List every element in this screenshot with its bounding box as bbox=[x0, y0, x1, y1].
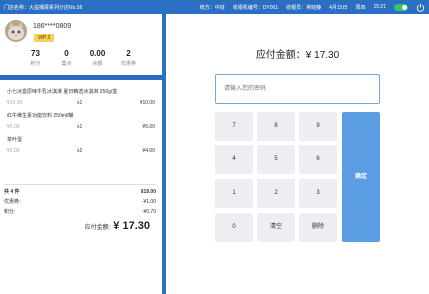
order-panel: 186****0809 VIP 3 73 积分 0 集点 0.00 余额 2 优… bbox=[0, 14, 162, 294]
key-9[interactable]: 9 bbox=[299, 112, 337, 141]
stat-label: 余额 bbox=[92, 61, 103, 67]
stat-stamps: 0 集点 bbox=[51, 49, 82, 67]
amount-due: 应付金额：¥ 17.30 bbox=[255, 50, 340, 61]
member-card: 186****0809 VIP 3 73 积分 0 集点 0.00 余额 2 优… bbox=[0, 14, 162, 76]
item-unit-price: ¥10.00 bbox=[7, 100, 23, 106]
weekday-label: 周四 bbox=[355, 4, 366, 11]
cashier-label: 收银员：常晓静 bbox=[286, 4, 322, 11]
cart-item[interactable]: 红牛维生素功能饮料 250ml/罐 ¥5.00 x1 ¥5.00 bbox=[7, 112, 155, 134]
cart-item[interactable]: 茶叶蛋 ¥2.00 x2 ¥4.00 bbox=[7, 136, 155, 158]
points-label: 积分: bbox=[4, 209, 16, 215]
cart-item[interactable]: 小七冰盒原味牛乳冰淇淋 夏日精选冰淇淋 250g/盒 ¥10.00 x1 ¥10… bbox=[7, 88, 155, 110]
discount-value: -¥1.00 bbox=[141, 199, 156, 205]
stat-points: 73 积分 bbox=[20, 49, 51, 67]
confirm-button[interactable]: 确定 bbox=[342, 112, 380, 242]
stat-value: 73 bbox=[31, 49, 40, 58]
item-qty: x1 bbox=[77, 124, 83, 130]
online-toggle[interactable] bbox=[394, 3, 408, 11]
order-summary: 共 4 件 ¥19.00 优惠券: -¥1.00 积分: -¥0.70 bbox=[4, 184, 156, 217]
cat-avatar-icon bbox=[5, 20, 27, 42]
store-name: 门店名称：大益播展系列分店No.56 bbox=[4, 4, 83, 11]
item-total: ¥10.00 bbox=[139, 100, 155, 106]
summary-discount-row: 优惠券: -¥1.00 bbox=[4, 197, 156, 207]
member-phone: 186****0809 bbox=[33, 23, 72, 30]
section-divider bbox=[0, 75, 162, 80]
stat-label: 集点 bbox=[61, 61, 72, 67]
key-4[interactable]: 4 bbox=[215, 145, 253, 174]
stat-label: 积分 bbox=[30, 61, 41, 67]
key-1[interactable]: 1 bbox=[215, 179, 253, 208]
payable-total: 应付金额: ¥ 17.30 bbox=[4, 216, 150, 234]
key-6[interactable]: 6 bbox=[299, 145, 337, 174]
item-qty: x1 bbox=[77, 100, 83, 106]
shift-label: 统方：中班 bbox=[199, 4, 225, 11]
stat-balance: 0.00 余额 bbox=[82, 49, 113, 67]
status-area: 统方：中班 收银机编号：DY001 收银员：常晓静 4月15日 周四 15:21 bbox=[200, 3, 425, 12]
summary-count-row: 共 4 件 ¥19.00 bbox=[4, 187, 156, 197]
key-0[interactable]: 0 bbox=[215, 213, 253, 242]
item-qty: x2 bbox=[77, 148, 83, 154]
item-total: ¥5.00 bbox=[142, 124, 155, 130]
key-2[interactable]: 2 bbox=[257, 179, 295, 208]
item-name: 红牛维生素功能饮料 250ml/罐 bbox=[7, 113, 74, 119]
stat-coupons: 2 优惠券 bbox=[113, 49, 144, 67]
date-label: 4月15日 bbox=[329, 4, 348, 11]
count-value: ¥19.00 bbox=[140, 189, 156, 195]
payment-panel: 应付金额：¥ 17.30 7 8 9 4 5 6 1 2 3 0 清空 删除 确… bbox=[166, 14, 429, 294]
delete-button[interactable]: 删除 bbox=[299, 213, 337, 242]
stat-label: 优惠券 bbox=[120, 61, 136, 67]
avatar bbox=[5, 20, 27, 42]
member-stats: 73 积分 0 集点 0.00 余额 2 优惠券 bbox=[20, 49, 160, 67]
payable-amount: ¥ 17.30 bbox=[113, 220, 150, 232]
vip-badge: VIP 3 bbox=[34, 34, 54, 42]
item-unit-price: ¥5.00 bbox=[7, 124, 20, 130]
power-icon[interactable] bbox=[416, 3, 425, 12]
stat-value: 2 bbox=[126, 49, 131, 58]
item-unit-price: ¥2.00 bbox=[7, 148, 20, 154]
time-label: 15:21 bbox=[373, 4, 386, 10]
count-label: 共 4 件 bbox=[4, 189, 20, 195]
register-label: 收银机编号：DY001 bbox=[232, 4, 279, 11]
top-bar: 门店名称：大益播展系列分店No.56 统方：中班 收银机编号：DY001 收银员… bbox=[0, 0, 429, 14]
payable-label: 应付金额: bbox=[84, 225, 111, 231]
stat-value: 0 bbox=[64, 49, 69, 58]
item-name: 茶叶蛋 bbox=[7, 137, 23, 143]
key-8[interactable]: 8 bbox=[257, 112, 295, 141]
discount-label: 优惠券: bbox=[4, 199, 21, 205]
item-name: 小七冰盒原味牛乳冰淇淋 夏日精选冰淇淋 250g/盒 bbox=[7, 89, 118, 95]
key-5[interactable]: 5 bbox=[257, 145, 295, 174]
key-3[interactable]: 3 bbox=[299, 179, 337, 208]
item-total: ¥4.00 bbox=[142, 148, 155, 154]
cart-items: 小七冰盒原味牛乳冰淇淋 夏日精选冰淇淋 250g/盒 ¥10.00 x1 ¥10… bbox=[7, 88, 155, 160]
stat-value: 0.00 bbox=[89, 49, 106, 58]
password-input[interactable] bbox=[215, 74, 380, 104]
key-7[interactable]: 7 bbox=[215, 112, 253, 141]
clear-button[interactable]: 清空 bbox=[257, 213, 295, 242]
